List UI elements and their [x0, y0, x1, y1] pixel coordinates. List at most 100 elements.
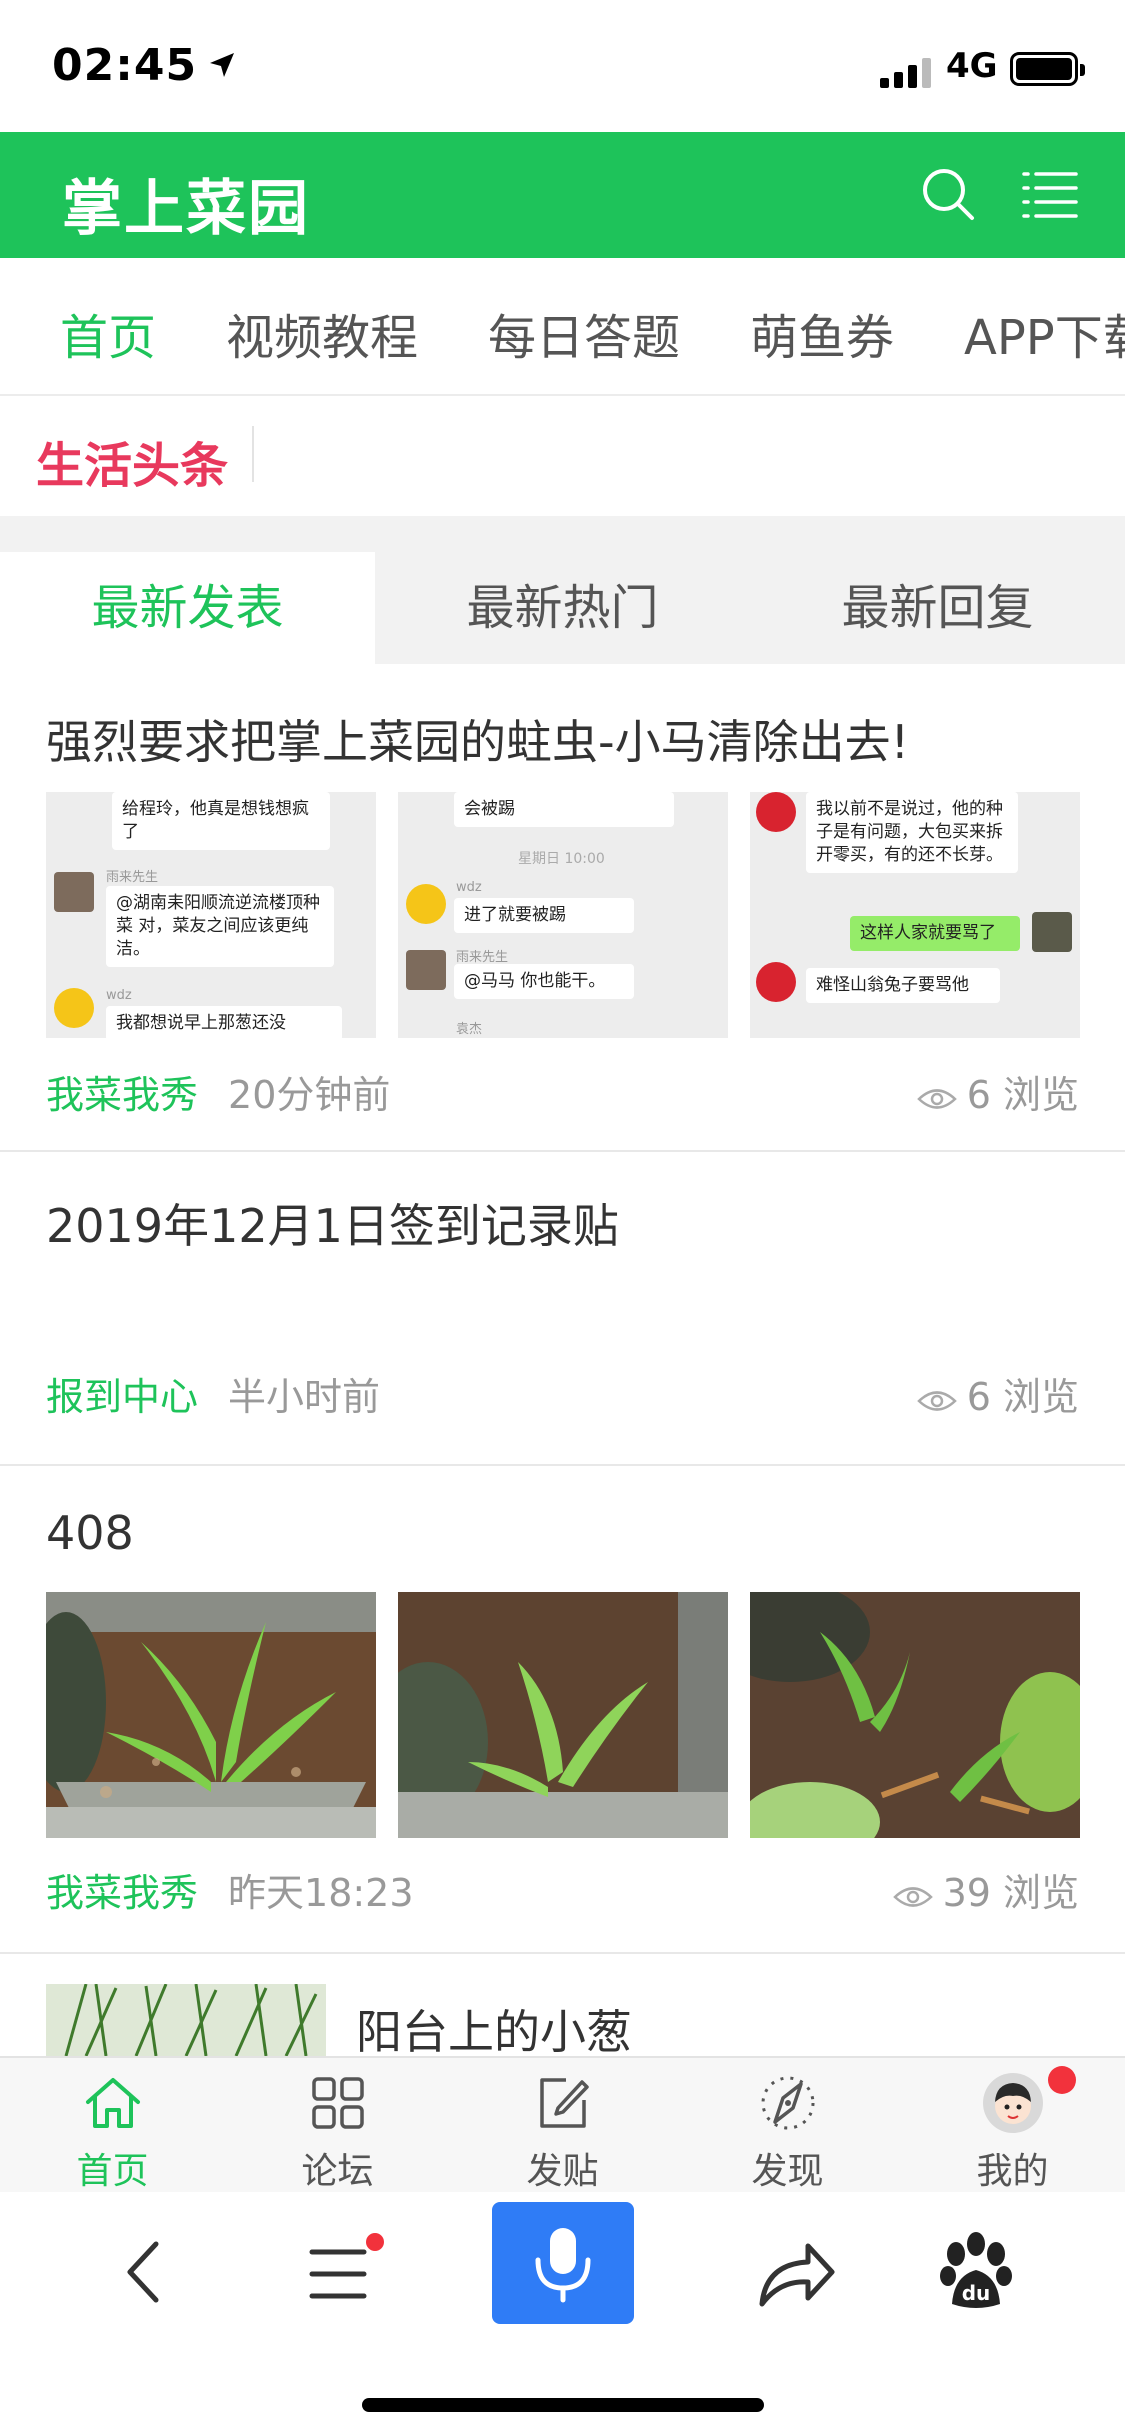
chat-bubble: 难怪山翁兔子要骂他 [806, 968, 1000, 1003]
post-thumbnail[interactable]: 会被踢 星期日 10:00 wdz 进了就要被踢 雨来先生 @马马 你也能干。 … [398, 792, 728, 1038]
post-thumbnail[interactable] [46, 1592, 376, 1838]
post-meta: 我菜我秀 昨天18:23 [46, 1862, 414, 1917]
microphone-icon [535, 2228, 591, 2303]
home-icon [86, 2078, 140, 2128]
eye-icon [916, 1391, 957, 1411]
baidu-paw-icon[interactable]: du [906, 2212, 1046, 2332]
headline-label[interactable]: 生活头条 [36, 426, 228, 496]
post-thumbnail[interactable]: 给程玲，他真是想钱想疯了 雨来先生 @湖南耒阳顺流逆流楼顶种菜 对，菜友之间应该… [46, 792, 376, 1038]
post-item[interactable]: 408 我菜我秀 昨天18:23 39 浏览 [0, 1466, 1125, 1954]
chat-sender-name: 袁杰 [456, 1022, 483, 1037]
post-title[interactable]: 强烈要求把掌上菜园的蛀虫-小马清除出去! [46, 706, 909, 772]
avatar-icon [983, 2073, 1043, 2133]
location-arrow-icon [210, 53, 235, 77]
share-icon[interactable] [720, 2212, 860, 2332]
chat-bubble: @马马 你也能干。 [454, 964, 634, 999]
chat-avatar [406, 950, 446, 990]
notification-dot [1048, 2066, 1076, 2094]
status-time: 02:45 [52, 40, 237, 91]
search-icon[interactable] [918, 164, 978, 224]
clock-text: 02:45 [52, 40, 198, 91]
post-title[interactable]: 阳台上的小葱 [356, 1996, 632, 2062]
tab-latest-posts[interactable]: 最新发表 [0, 552, 375, 664]
chat-sender-name: wdz [456, 880, 482, 895]
chat-screenshot: 给程玲，他真是想钱想疯了 雨来先生 @湖南耒阳顺流逆流楼顶种菜 对，菜友之间应该… [46, 792, 376, 1038]
tabbar-forum[interactable]: 论坛 [225, 2058, 450, 2194]
battery-icon [1010, 52, 1085, 86]
tab-latest-hot[interactable]: 最新热门 [375, 552, 750, 664]
voice-search-button[interactable] [492, 2202, 634, 2324]
tabbar-label: 发贴 [526, 2151, 599, 2192]
post-time: 昨天18:23 [228, 1871, 414, 1915]
tabbar-mine[interactable]: 我的 [900, 2058, 1125, 2194]
post-views: 6 浏览 [916, 1366, 1079, 1421]
tab-latest-replies[interactable]: 最新回复 [750, 552, 1125, 664]
tabbar-discover[interactable]: 发现 [675, 2058, 900, 2194]
network-type: 4G [946, 46, 998, 86]
svg-text:du: du [962, 2281, 991, 2305]
scallion-photo-image [46, 1984, 326, 2056]
views-count: 39 浏览 [942, 1871, 1079, 1915]
post-item[interactable]: 2019年12月1日签到记录贴 报到中心 半小时前 6 浏览 [0, 1152, 1125, 1466]
chat-bubble: 我都想说早上那葱还没 [106, 1006, 342, 1038]
chat-timestamp: 星期日 10:00 [518, 851, 605, 867]
chat-bubble: 给程玲，他真是想钱想疯了 [112, 792, 330, 850]
app-header: 掌上菜园 [0, 132, 1125, 258]
eye-icon [916, 1089, 957, 1109]
chat-avatar [756, 792, 796, 832]
post-category[interactable]: 我菜我秀 [46, 1073, 198, 1117]
back-icon[interactable] [74, 2212, 214, 2332]
chat-avatar [1032, 912, 1072, 952]
tabbar-new-post[interactable]: 发贴 [450, 2058, 675, 2194]
views-count: 6 浏览 [966, 1073, 1079, 1117]
chat-screenshot: 我以前不是说过，他的种子是有问题，大包买来拆开零买，有的还不长芽。 这样人家就要… [750, 792, 1080, 1038]
post-thumbnail[interactable]: 我以前不是说过，他的种子是有问题，大包买来拆开零买，有的还不长芽。 这样人家就要… [750, 792, 1080, 1038]
app-title: 掌上菜园 [62, 174, 310, 244]
cellular-signal-icon [880, 58, 932, 88]
post-thumbnail[interactable] [750, 1592, 1080, 1838]
post-item[interactable]: 强烈要求把掌上菜园的蛀虫-小马清除出去! 给程玲，他真是想钱想疯了 雨来先生 @… [0, 664, 1125, 1152]
post-time: 半小时前 [228, 1375, 381, 1419]
tab-daily-quiz[interactable]: 每日答题 [488, 298, 680, 368]
chat-avatar [756, 962, 796, 1002]
post-title[interactable]: 408 [46, 1506, 134, 1560]
post-time: 20分钟前 [228, 1073, 391, 1117]
headline-bar: 生活头条 [0, 396, 1125, 516]
tab-app-download[interactable]: APP下载 [964, 298, 1125, 368]
post-title[interactable]: 2019年12月1日签到记录贴 [46, 1190, 619, 1256]
grid-icon [312, 2077, 364, 2129]
post-category[interactable]: 报到中心 [46, 1375, 198, 1419]
tab-home[interactable]: 首页 [60, 298, 156, 368]
post-category[interactable]: 我菜我秀 [46, 1871, 198, 1915]
plant-photo-image [398, 1592, 728, 1838]
post-meta: 我菜我秀 20分钟前 [46, 1064, 390, 1119]
app-tab-bar: 首页 论坛 发贴 发现 我的 [0, 2056, 1125, 2192]
segment-tabs: 最新发表 最新热门 最新回复 [0, 552, 1125, 664]
section-gap [0, 516, 1125, 552]
post-views: 6 浏览 [916, 1064, 1079, 1119]
plant-photo-image [750, 1592, 1080, 1838]
chat-bubble: 进了就要被踢 [454, 898, 634, 933]
menu-list-icon[interactable] [1020, 164, 1080, 224]
plant-photo-image [46, 1592, 376, 1838]
post-item[interactable]: 阳台上的小葱 [0, 1954, 1125, 2059]
chat-bubble: 我以前不是说过，他的种子是有问题，大包买来拆开零买，有的还不长芽。 [806, 792, 1018, 873]
chat-sender-name: wdz [106, 988, 132, 1003]
tab-video-tutorials[interactable]: 视频教程 [226, 298, 418, 368]
chat-avatar [406, 884, 446, 924]
menu-icon[interactable] [270, 2212, 410, 2332]
tabbar-label: 论坛 [301, 2151, 374, 2192]
tabbar-home[interactable]: 首页 [0, 2058, 225, 2194]
eye-icon [892, 1887, 933, 1907]
tab-coupons[interactable]: 萌鱼券 [750, 298, 894, 368]
chat-bubble: @湖南耒阳顺流逆流楼顶种菜 对，菜友之间应该更纯洁。 [106, 886, 334, 967]
compass-icon [761, 2076, 815, 2130]
tabbar-label: 首页 [76, 2151, 149, 2192]
tabbar-label: 发现 [751, 2151, 824, 2192]
compose-icon [540, 2078, 589, 2128]
headline-divider [252, 426, 254, 482]
post-thumbnail[interactable] [46, 1984, 326, 2056]
post-thumbnail[interactable] [398, 1592, 728, 1838]
post-meta: 报到中心 半小时前 [46, 1366, 380, 1421]
top-nav-tabs: 首页 视频教程 每日答题 萌鱼券 APP下载 [0, 258, 1125, 396]
